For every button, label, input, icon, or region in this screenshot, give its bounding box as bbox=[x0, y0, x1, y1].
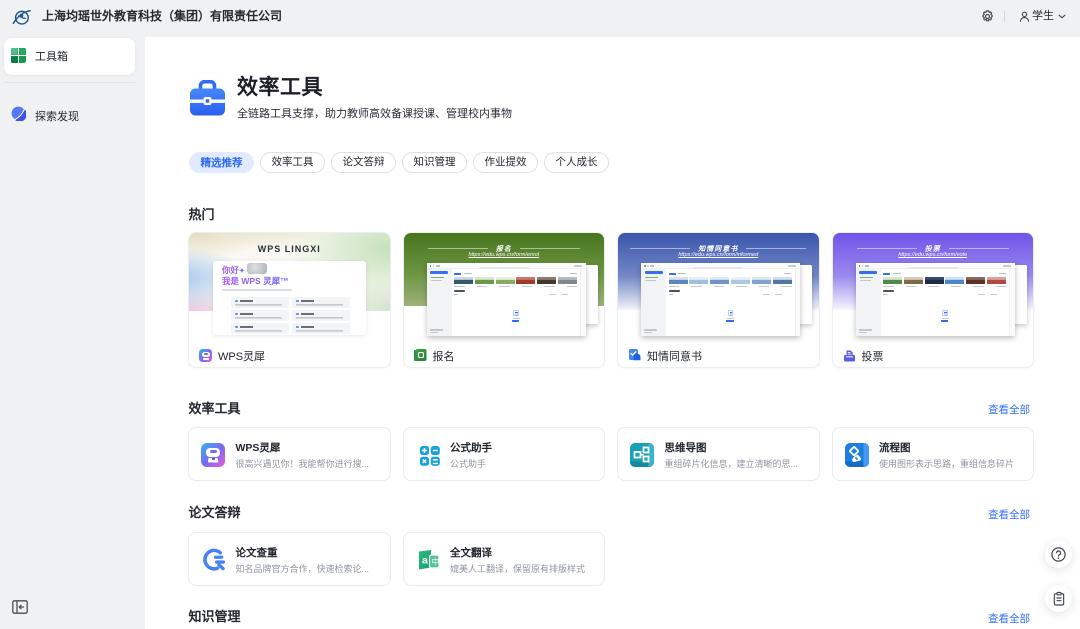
svg-text:中: 中 bbox=[431, 557, 439, 567]
svg-text:a: a bbox=[422, 555, 428, 567]
